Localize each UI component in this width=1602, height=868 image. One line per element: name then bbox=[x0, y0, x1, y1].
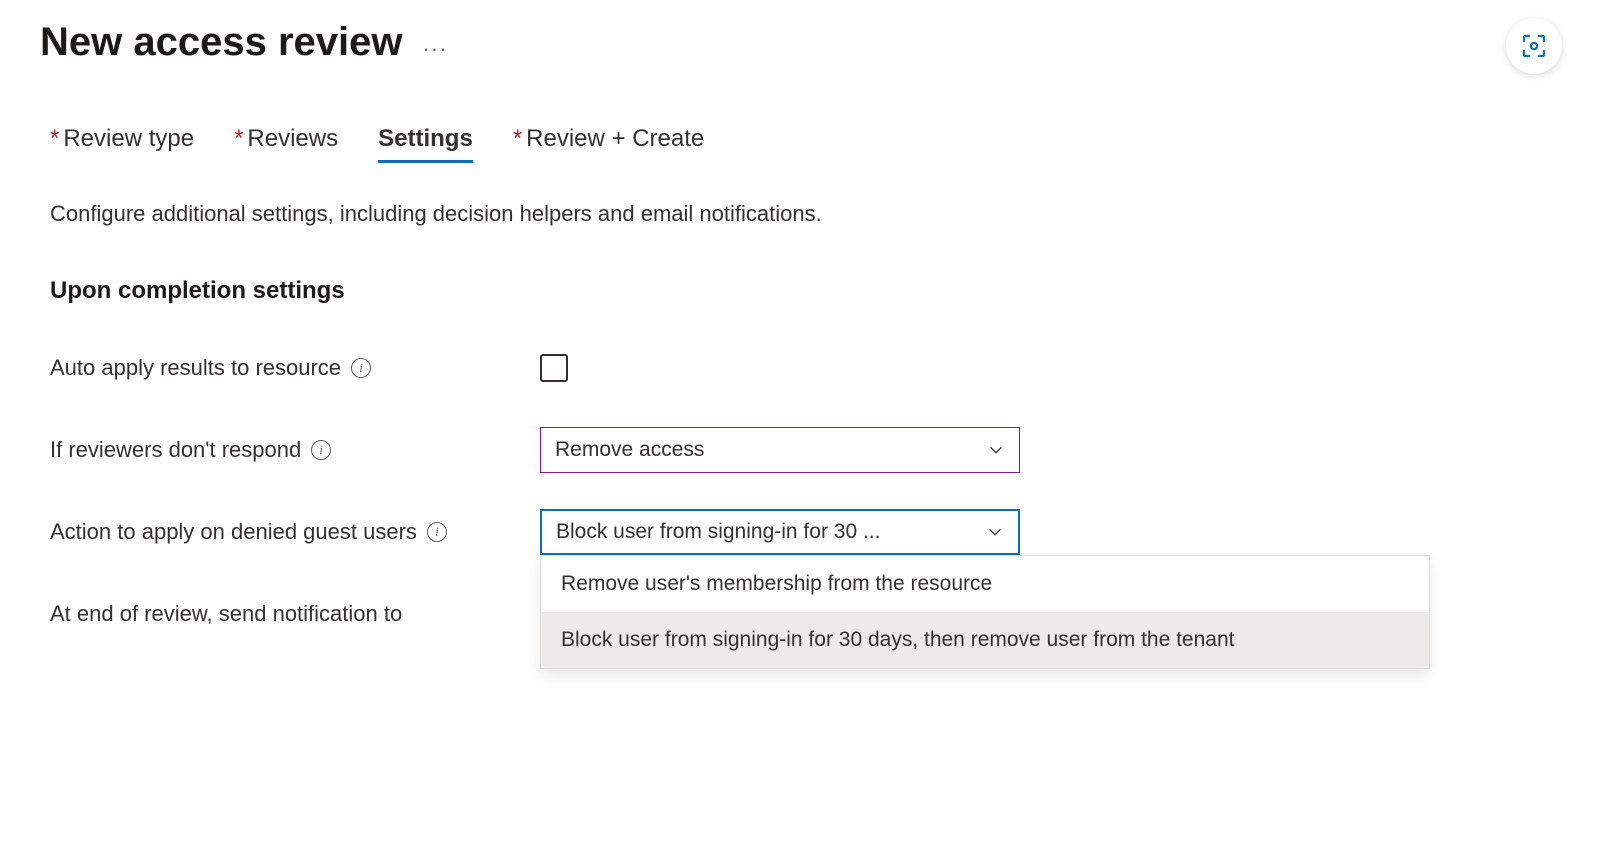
required-asterisk: * bbox=[234, 125, 243, 152]
info-icon[interactable]: i bbox=[351, 358, 371, 378]
dropdown-option[interactable]: Remove user's membership from the resour… bbox=[541, 556, 1429, 612]
tab-label: Settings bbox=[378, 125, 473, 152]
info-icon[interactable]: i bbox=[427, 522, 447, 542]
dropdown-option[interactable]: Block user from signing-in for 30 days, … bbox=[541, 612, 1429, 668]
checkbox-auto-apply[interactable] bbox=[540, 354, 568, 382]
select-value: Block user from signing-in for 30 ... bbox=[556, 520, 880, 544]
scan-icon bbox=[1520, 32, 1548, 60]
tab-reviews[interactable]: *Reviews bbox=[234, 125, 338, 161]
required-asterisk: * bbox=[50, 125, 59, 152]
tab-label: Review type bbox=[63, 125, 194, 152]
label-auto-apply: Auto apply results to resource bbox=[50, 355, 341, 381]
tab-settings[interactable]: Settings bbox=[378, 125, 473, 161]
tab-label: Review + Create bbox=[526, 125, 704, 152]
select-value: Remove access bbox=[555, 438, 704, 462]
tabs-bar: *Review type *Reviews Settings *Review +… bbox=[50, 125, 1562, 161]
tab-description: Configure additional settings, including… bbox=[50, 201, 1552, 227]
chevron-down-icon bbox=[986, 523, 1004, 541]
dropdown-menu-denied-guests: Remove user's membership from the resour… bbox=[540, 555, 1430, 669]
info-icon[interactable]: i bbox=[311, 440, 331, 460]
select-no-response[interactable]: Remove access bbox=[540, 427, 1020, 473]
section-heading-completion: Upon completion settings bbox=[50, 277, 1552, 305]
tab-review-create[interactable]: *Review + Create bbox=[513, 125, 704, 161]
required-asterisk: * bbox=[513, 125, 522, 152]
select-denied-guests[interactable]: Block user from signing-in for 30 ... bbox=[540, 509, 1020, 555]
chevron-down-icon bbox=[987, 441, 1005, 459]
tab-review-type[interactable]: *Review type bbox=[50, 125, 194, 161]
label-denied-guests: Action to apply on denied guest users bbox=[50, 519, 417, 545]
more-actions-button[interactable]: ··· bbox=[422, 24, 447, 62]
tab-label: Reviews bbox=[247, 125, 338, 152]
label-no-response: If reviewers don't respond bbox=[50, 437, 301, 463]
scan-button[interactable] bbox=[1506, 18, 1562, 74]
label-notify: At end of review, send notification to bbox=[50, 601, 402, 627]
page-title: New access review bbox=[40, 20, 402, 65]
